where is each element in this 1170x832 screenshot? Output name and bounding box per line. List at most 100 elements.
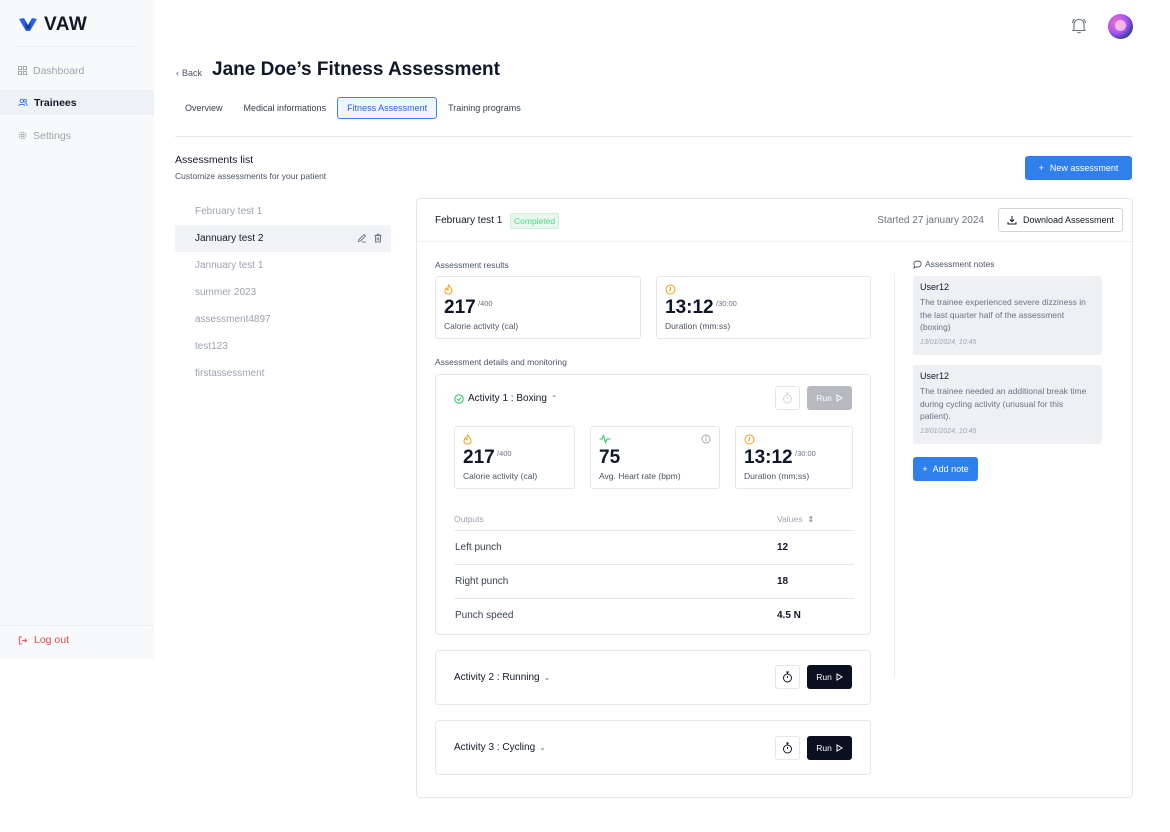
stat-value: 13:12 — [665, 297, 714, 318]
tab-fitness-assessment[interactable]: Fitness Assessment — [337, 97, 438, 119]
notifications-button[interactable] — [1071, 17, 1087, 39]
heartbeat-icon — [599, 434, 611, 444]
stat-value: 217 — [463, 447, 495, 468]
note-card: User12 The trainee experienced severe di… — [913, 276, 1102, 355]
add-note-button[interactable]: + Add note — [913, 457, 978, 481]
logout-button[interactable]: Log out — [18, 634, 69, 646]
sidebar-item-dashboard[interactable]: Dashboard — [0, 58, 154, 83]
sidebar-item-label: Trainees — [34, 96, 77, 109]
stat-max: /400 — [478, 299, 493, 308]
stat-caption: Duration (mm:ss) — [744, 471, 810, 481]
run-label: Run — [816, 672, 832, 682]
assessment-panel: February test 1 Completed Started 27 jan… — [416, 198, 1133, 798]
note-time: 13/01/2024, 10:45 — [920, 339, 977, 346]
values-label: Values — [777, 514, 803, 524]
download-icon — [1007, 216, 1017, 225]
note-time: 13/01/2024, 10:45 — [920, 428, 977, 435]
play-icon — [836, 673, 843, 681]
run-button[interactable]: Run — [807, 386, 852, 410]
brand-name: VAW — [44, 14, 88, 35]
page-title: Jane Doe’s Fitness Assessment — [212, 59, 500, 80]
outputs-header: Outputs Values ⇕ — [454, 514, 854, 524]
vaw-logo-icon — [19, 18, 37, 31]
output-name: Right punch — [455, 576, 509, 587]
stat-caption: Calorie activity (cal) — [463, 471, 538, 481]
timer-button[interactable] — [775, 386, 800, 410]
stat-caption: Duration (mm:ss) — [665, 321, 731, 331]
table-row: Punch speed 4.5 N — [454, 598, 854, 632]
activity-card-cycling: Activity 3 : Cycling ⌄ Run — [435, 720, 871, 775]
stopwatch-icon — [783, 742, 792, 754]
activity-title[interactable]: Activity 1 : Boxing ⌃ — [454, 393, 558, 404]
stat-value: 75 — [599, 447, 621, 468]
results-label: Assessment results — [435, 260, 509, 270]
run-label: Run — [816, 393, 832, 403]
activity-title-label: Activity 1 : Boxing — [468, 393, 547, 404]
edit-icon[interactable] — [357, 233, 367, 243]
calorie-card: 217 /400 Calorie activity (cal) — [454, 426, 575, 489]
stat-max: /30:00 — [795, 449, 816, 458]
list-item[interactable]: firstassessment — [175, 360, 391, 387]
chat-icon — [913, 260, 922, 269]
divider — [175, 136, 1132, 137]
note-text: The trainee experienced severe dizziness… — [920, 297, 1086, 332]
stopwatch-icon — [783, 671, 792, 683]
tab-overview[interactable]: Overview — [175, 97, 233, 119]
list-item[interactable]: assessment4897 — [175, 306, 391, 333]
tab-medical-informations[interactable]: Medical informations — [234, 97, 337, 119]
assessments-list: February test 1 Jannuary test 2 Jannuary… — [175, 198, 391, 387]
check-circle-icon — [454, 393, 464, 404]
timer-button[interactable] — [775, 736, 800, 760]
flame-icon — [463, 434, 472, 445]
sidebar-item-trainees[interactable]: Trainees — [0, 90, 154, 115]
tab-training-programs[interactable]: Training programs — [438, 97, 531, 119]
logout-label: Log out — [34, 634, 70, 646]
users-icon — [18, 98, 28, 106]
flame-icon — [444, 284, 453, 295]
back-link[interactable]: ‹ Back — [176, 68, 202, 78]
info-icon[interactable] — [701, 434, 711, 444]
stopwatch-icon — [783, 392, 792, 404]
plus-icon: + — [922, 464, 928, 474]
run-button[interactable]: Run — [807, 736, 852, 760]
clock-icon — [744, 434, 755, 445]
list-item-selected[interactable]: Jannuary test 2 — [175, 225, 391, 252]
timer-button[interactable] — [775, 665, 800, 689]
play-icon — [836, 394, 843, 402]
run-button[interactable]: Run — [807, 665, 852, 689]
divider — [0, 625, 154, 626]
clock-icon — [665, 284, 676, 295]
notes-label: Assessment notes — [925, 259, 995, 269]
stat-value: 13:12 — [744, 447, 793, 468]
activity-title[interactable]: Activity 3 : Cycling ⌄ — [454, 742, 546, 753]
note-user: User12 — [920, 282, 950, 292]
bell-icon — [1071, 18, 1087, 34]
trash-icon[interactable] — [373, 233, 383, 243]
details-label: Assessment details and monitoring — [435, 357, 567, 367]
logout-icon — [18, 635, 28, 645]
list-item[interactable]: test123 — [175, 333, 391, 360]
sort-icon: ⇕ — [807, 514, 815, 524]
chevron-down-icon: ⌄ — [539, 743, 546, 752]
new-assessment-button[interactable]: + New assessment — [1025, 156, 1132, 180]
heart-rate-card: 75 Avg. Heart rate (bpm) — [590, 426, 720, 489]
stat-caption: Avg. Heart rate (bpm) — [599, 471, 681, 481]
activity-title[interactable]: Activity 2 : Running ⌄ — [454, 672, 550, 683]
list-item-label: Jannuary test 2 — [195, 233, 264, 244]
list-item[interactable]: Jannuary test 1 — [175, 252, 391, 279]
run-label: Run — [816, 743, 832, 753]
output-value: 4.5 N — [777, 610, 801, 621]
list-item[interactable]: summer 2023 — [175, 279, 391, 306]
gear-icon — [18, 131, 27, 140]
duration-card: 13:12 /30:00 Duration (mm:ss) — [735, 426, 853, 489]
values-column-header[interactable]: Values ⇕ — [777, 514, 814, 524]
download-assessment-button[interactable]: Download Assessment — [998, 208, 1123, 232]
logo[interactable]: VAW — [18, 14, 87, 36]
sidebar-item-settings[interactable]: Settings — [0, 123, 154, 148]
stat-max: /400 — [497, 449, 512, 458]
back-label: Back — [182, 68, 203, 78]
activity-title-label: Activity 3 : Cycling — [454, 742, 536, 753]
avatar[interactable] — [1108, 14, 1133, 39]
new-assessment-label: New assessment — [1049, 163, 1119, 173]
list-item[interactable]: February test 1 — [175, 198, 391, 225]
